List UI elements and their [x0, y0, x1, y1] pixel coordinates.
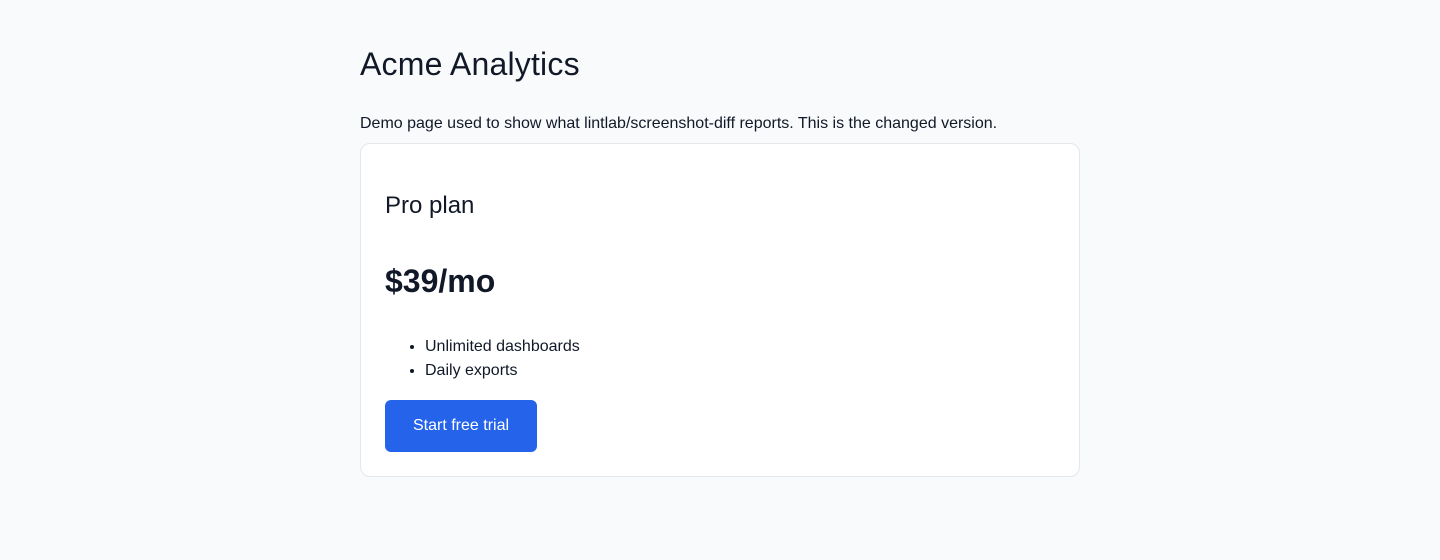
page-description: Demo page used to show what lintlab/scre… [360, 115, 998, 132]
feature-list-item: Daily exports [425, 359, 580, 383]
feature-list-item: Unlimited dashboards [425, 335, 580, 359]
pricing-card: Pro plan $39/mo Unlimited dashboards Dai… [360, 143, 1080, 477]
plan-name: Pro plan [385, 192, 475, 219]
start-free-trial-button[interactable]: Start free trial [385, 400, 538, 452]
plan-price: $39/mo [385, 263, 496, 299]
page-title: Acme Analytics [360, 46, 580, 82]
page-container: Acme Analytics Demo page used to show wh… [360, 0, 1080, 477]
feature-list: Unlimited dashboards Daily exports [385, 335, 580, 383]
